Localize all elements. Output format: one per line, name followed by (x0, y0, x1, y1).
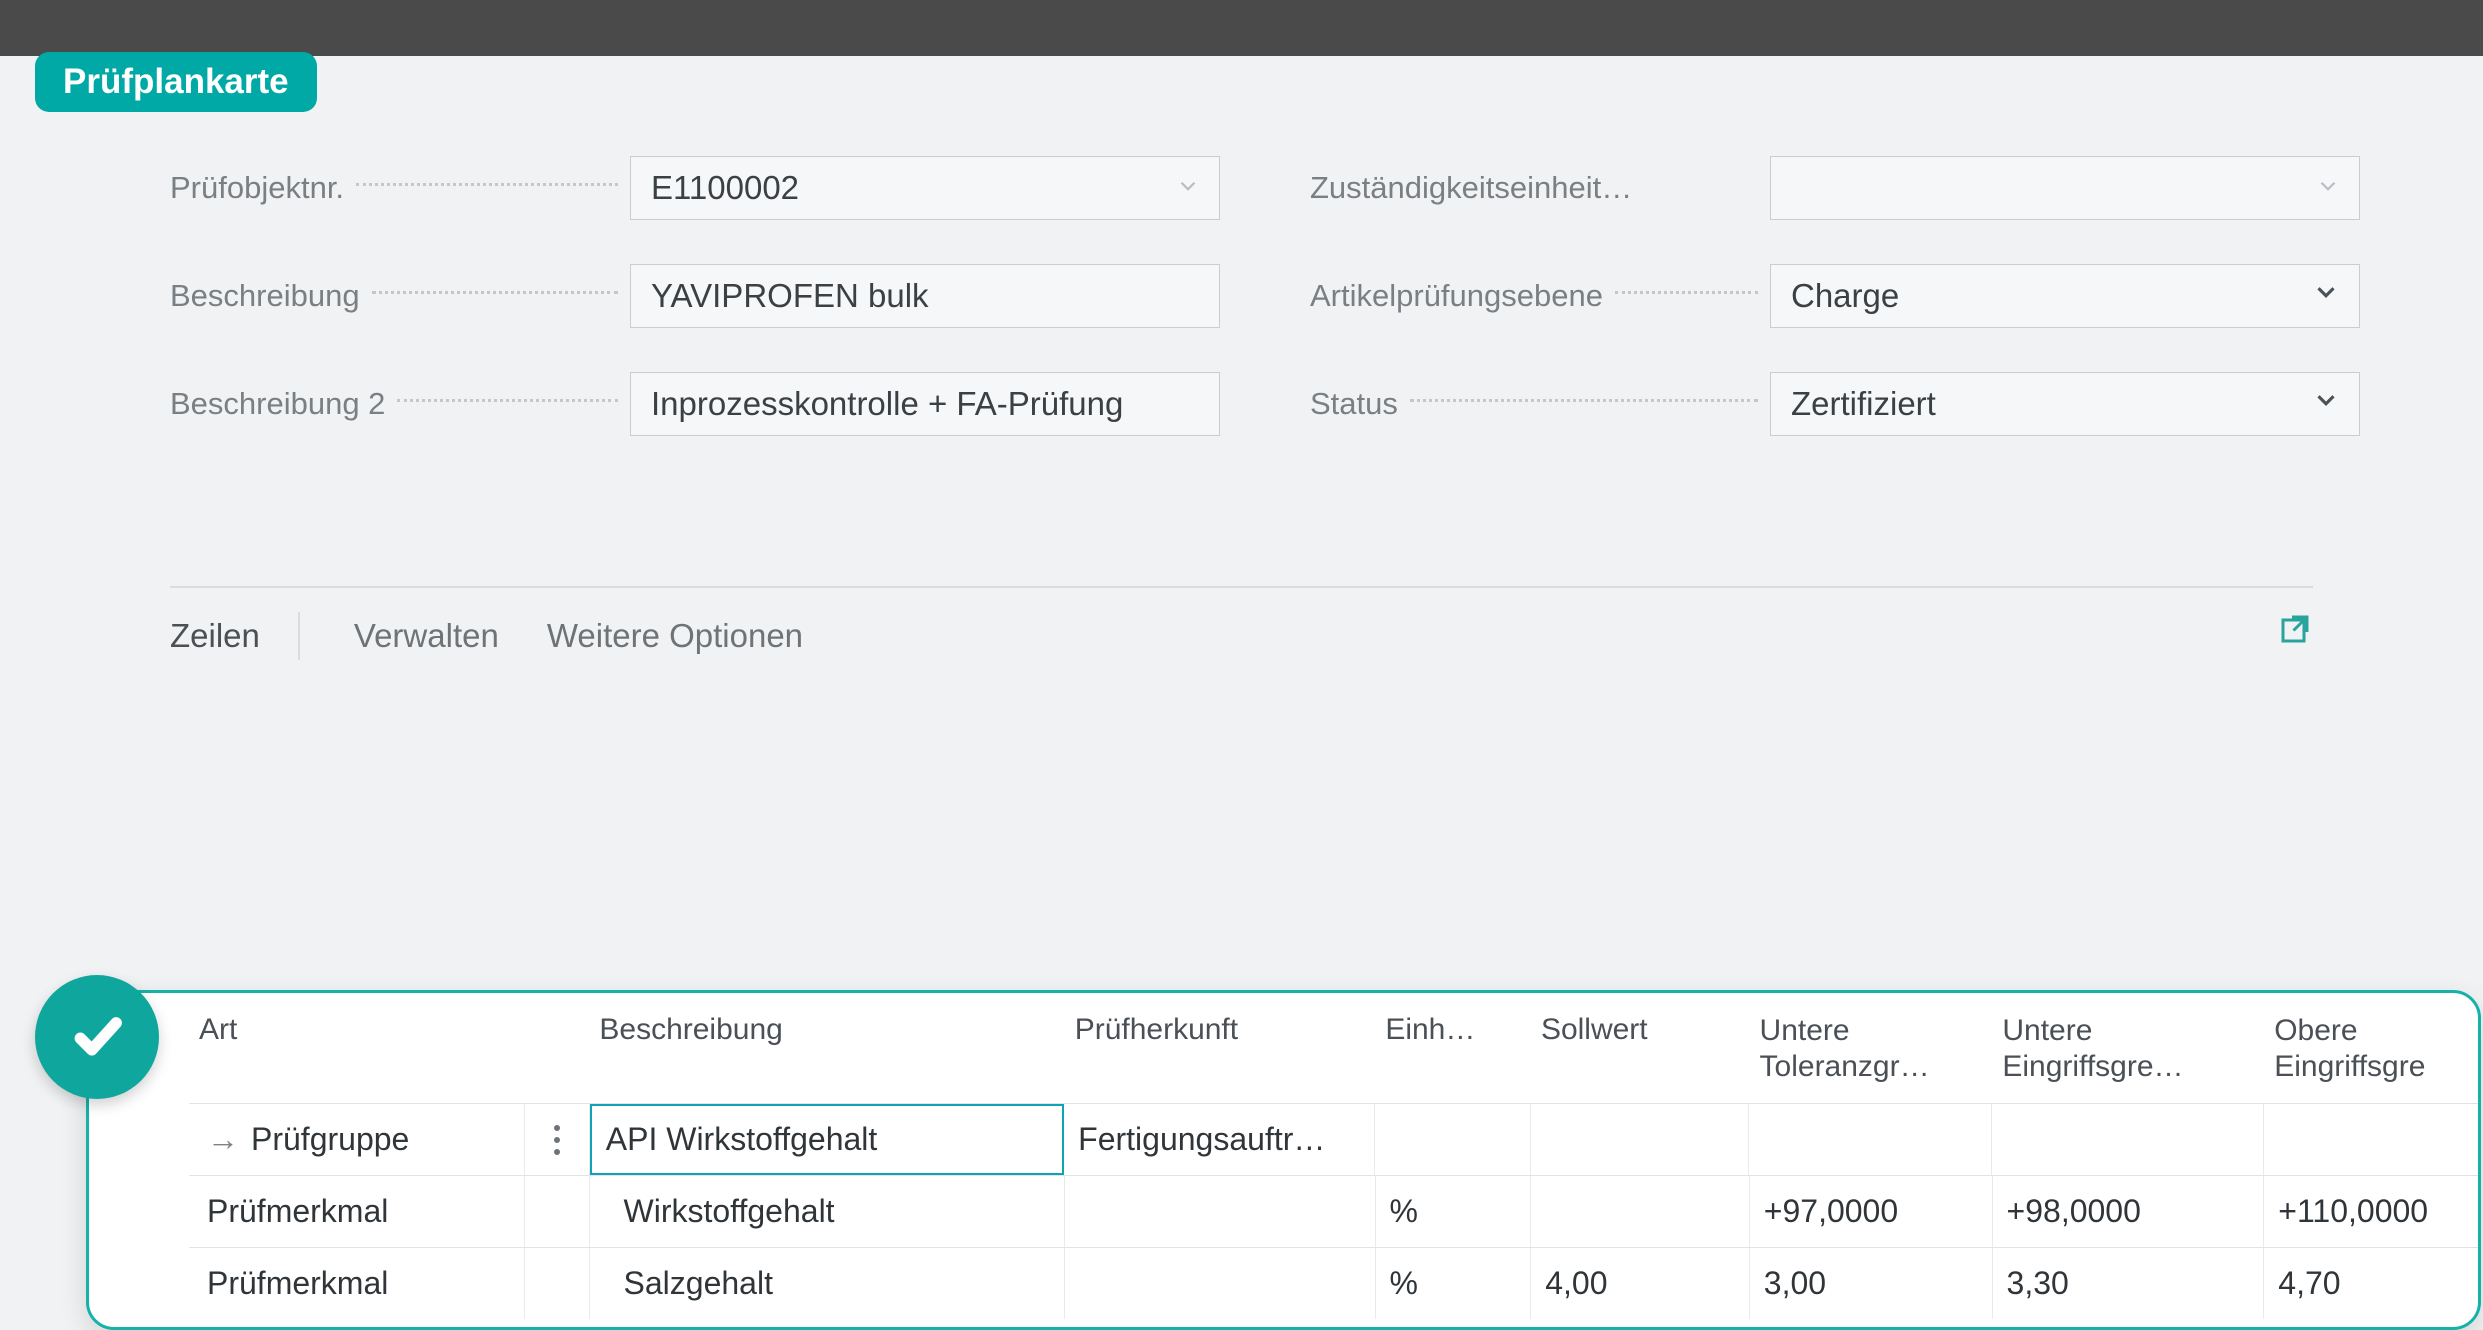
col-untere-toleranz: UntereToleranzgr… (1750, 1013, 1993, 1085)
popout-icon[interactable] (2277, 614, 2313, 658)
chevron-down-icon (2311, 385, 2341, 423)
label-zustaendigkeit: Zuständigkeitseinheit… (1310, 170, 1770, 206)
col-obere-eingriff: ObereEingriffsgre (2264, 1013, 2478, 1085)
tab-zeilen[interactable]: Zeilen (170, 617, 260, 655)
select-status[interactable]: Zertifiziert (1770, 372, 2360, 436)
col-untere-eingriff: UntereEingriffsgre… (1992, 1013, 2264, 1085)
label-pruefungsebene: Artikelprüfungsebene (1310, 278, 1770, 314)
table-row[interactable]: → Prüfgruppe API Wirkstoffgehalt Fertigu… (189, 1103, 2478, 1175)
col-beschreibung: Beschreibung (589, 1013, 1064, 1085)
select-zustaendigkeit[interactable] (1770, 156, 2360, 220)
row-menu-button[interactable] (525, 1104, 590, 1175)
label-beschreibung2: Beschreibung 2 (170, 386, 630, 422)
chevron-down-icon (2311, 277, 2341, 315)
label-status: Status (1310, 386, 1770, 422)
highlight-callout: Art Beschreibung Prüfherkunft Einh… Soll… (86, 990, 2481, 1330)
col-pruefherkunft: Prüfherkunft (1065, 1013, 1376, 1085)
chevron-down-icon (1175, 169, 1201, 207)
tab-weitere-optionen[interactable]: Weitere Optionen (547, 617, 803, 655)
tab-verwalten[interactable]: Verwalten (354, 617, 499, 655)
col-art: Art (189, 1013, 525, 1085)
cell-pruefherkunft[interactable]: Fertigungsauftr… (1064, 1104, 1375, 1175)
kebab-icon (539, 1125, 575, 1155)
table-row[interactable]: Prüfmerkmal Wirkstoffgehalt % +97,0000 +… (189, 1175, 2478, 1247)
input-beschreibung[interactable]: YAVIPROFEN bulk (630, 264, 1220, 328)
select-pruefungsebene[interactable]: Charge (1770, 264, 2360, 328)
cell-beschreibung-focused[interactable]: API Wirkstoffgehalt (590, 1104, 1064, 1175)
col-einheit: Einh… (1375, 1013, 1531, 1085)
label-pruefobjektnr: Prüfobjektnr. (170, 170, 630, 206)
check-badge-icon (35, 975, 159, 1099)
input-pruefobjektnr[interactable]: E1100002 (630, 156, 1220, 220)
table-row[interactable]: Prüfmerkmal Salzgehalt % 4,00 3,00 3,30 … (189, 1247, 2478, 1319)
row-indicator-icon: → (207, 1121, 239, 1158)
col-sollwert: Sollwert (1531, 1013, 1750, 1085)
chevron-down-icon (2315, 169, 2341, 207)
input-beschreibung2[interactable]: Inprozesskontrolle + FA-Prüfung (630, 372, 1220, 436)
table-header: Art Beschreibung Prüfherkunft Einh… Soll… (89, 993, 2478, 1103)
app-titlebar (0, 0, 2483, 56)
tab-separator (298, 612, 300, 660)
label-beschreibung: Beschreibung (170, 278, 630, 314)
